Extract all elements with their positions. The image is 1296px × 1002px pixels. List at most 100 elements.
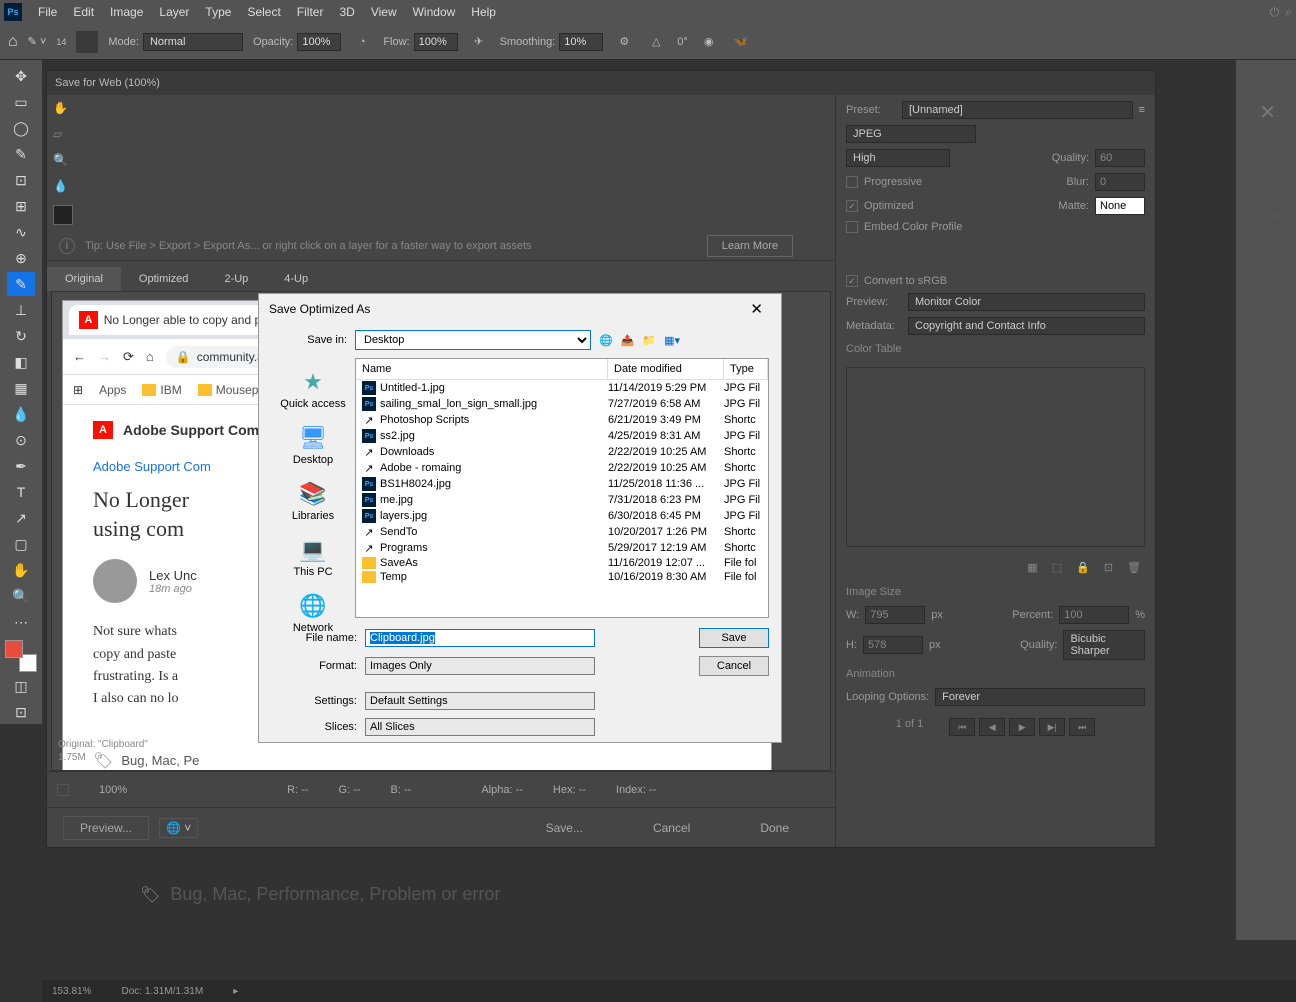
apps-icon[interactable]: ⊞ — [73, 383, 83, 397]
gear-icon[interactable]: ⚙ — [613, 31, 635, 53]
eyedropper-color[interactable] — [53, 205, 73, 225]
airbrush-icon[interactable]: ✈ — [468, 31, 490, 53]
bookmark-item[interactable]: Apps — [99, 383, 126, 397]
file-row[interactable]: Pssailing_smal_lon_sign_small.jpg7/27/20… — [356, 396, 768, 412]
filelist-header[interactable]: Name Date modified Type — [356, 359, 768, 380]
mode-dropdown[interactable]: Normal — [143, 33, 243, 51]
menu-help[interactable]: Help — [463, 5, 504, 19]
back-icon[interactable]: 🌐 — [599, 334, 613, 347]
tablet-pressure-icon[interactable]: ◉ — [698, 31, 720, 53]
quality-input[interactable]: 60 — [1095, 149, 1145, 167]
quickselect-tool-icon[interactable]: ✎ — [7, 142, 35, 166]
menu-layer[interactable]: Layer — [151, 5, 197, 19]
smoothing-input[interactable]: 10% — [559, 33, 603, 51]
file-row[interactable]: ↗Programs5/29/2017 12:19 AMShortc — [356, 540, 768, 556]
healing-tool-icon[interactable]: ⊕ — [7, 246, 35, 270]
slice-tool-icon[interactable]: ▱ — [47, 121, 79, 147]
matte-dropdown[interactable]: None — [1095, 197, 1145, 215]
cancel-button[interactable]: Cancel — [623, 815, 720, 841]
done-button[interactable]: Done — [730, 815, 819, 841]
eraser-tool-icon[interactable]: ◧ — [7, 350, 35, 374]
first-frame-icon[interactable]: ⏮ — [949, 718, 975, 736]
place-desktop[interactable]: 🖥Desktop — [293, 424, 333, 466]
file-row[interactable]: Psss2.jpg4/25/2019 8:31 AMJPG Fil — [356, 428, 768, 444]
avatar[interactable] — [93, 559, 137, 603]
brush-tool-icon[interactable]: ✎ — [7, 272, 35, 296]
newfolder-icon[interactable]: 📁 — [642, 334, 656, 347]
percent-input[interactable]: 100 — [1059, 606, 1129, 624]
tab-2up[interactable]: 2-Up — [206, 267, 266, 291]
col-type[interactable]: Type — [724, 359, 768, 379]
menu-3d[interactable]: 3D — [331, 5, 362, 19]
zoom-dropdown[interactable]: 100% — [99, 784, 127, 796]
move-tool-icon[interactable]: ✥ — [7, 64, 35, 88]
blur-tool-icon[interactable]: 💧 — [7, 402, 35, 426]
status-doc[interactable]: Doc: 1.31M/1.31M — [121, 986, 203, 997]
viewmenu-icon[interactable]: ▦▾ — [664, 334, 680, 347]
browser-select-icon[interactable]: 🌐 ˅ — [159, 818, 198, 838]
close-icon[interactable]: ✕ — [742, 298, 771, 320]
home-icon[interactable]: ⌂ — [8, 33, 18, 51]
file-list[interactable]: Name Date modified Type PsUntitled-1.jpg… — [355, 358, 769, 618]
looping-dropdown[interactable]: Forever — [935, 688, 1145, 706]
panel-menu-icon[interactable]: ⋮ — [1270, 170, 1284, 187]
slice-vis-icon[interactable] — [57, 784, 69, 796]
w-input[interactable]: 795 — [865, 606, 925, 624]
place-libraries[interactable]: 📚Libraries — [292, 480, 334, 522]
blur-input[interactable]: 0 — [1095, 173, 1145, 191]
menu-select[interactable]: Select — [239, 5, 288, 19]
file-row[interactable]: ↗Photoshop Scripts6/21/2019 3:49 PMShort… — [356, 412, 768, 428]
slices-dropdown[interactable]: All Slices — [365, 718, 595, 736]
ct-icon[interactable]: ▦ — [1027, 561, 1037, 574]
col-date[interactable]: Date modified — [608, 359, 724, 379]
browser-tab[interactable]: A No Longer able to copy and pas ✕ — [69, 305, 289, 335]
zoom-tool-icon[interactable]: 🔍 — [47, 147, 79, 173]
up-icon[interactable]: 📤 — [621, 334, 635, 347]
format-dropdown[interactable]: Images Only — [365, 657, 595, 675]
ct-icon[interactable]: ⊡ — [1104, 561, 1113, 574]
file-row[interactable]: PsBS1H8024.jpg11/25/2018 11:36 ...JPG Fi… — [356, 476, 768, 492]
quality-preset-dropdown[interactable]: High — [846, 149, 950, 167]
flow-input[interactable]: 100% — [414, 33, 458, 51]
dodge-tool-icon[interactable]: ⊙ — [7, 428, 35, 452]
lasso-tool-icon[interactable]: ◯ — [7, 116, 35, 140]
file-row[interactable]: Pslayers.jpg6/30/2018 6:45 PMJPG Fil — [356, 508, 768, 524]
opacity-input[interactable]: 100% — [297, 33, 341, 51]
eyedropper-tool-icon[interactable]: 💧 — [47, 173, 79, 199]
tab-4up[interactable]: 4-Up — [266, 267, 326, 291]
search-icon[interactable]: ⌕ — [1285, 5, 1292, 20]
file-row[interactable]: Psme.jpg7/31/2018 6:23 PMJPG Fil — [356, 492, 768, 508]
col-name[interactable]: Name — [356, 359, 608, 379]
preview-button[interactable]: Preview... — [63, 816, 149, 840]
menu-window[interactable]: Window — [405, 5, 464, 19]
menu-type[interactable]: Type — [197, 5, 239, 19]
marquee-tool-icon[interactable]: ▭ — [7, 90, 35, 114]
ct-lock-icon[interactable]: 🔒 — [1076, 561, 1090, 574]
status-chevron-icon[interactable]: ▸ — [233, 986, 238, 997]
savein-dropdown[interactable]: Desktop — [355, 330, 591, 350]
file-row[interactable]: ↗Adobe - romaing2/22/2019 10:25 AMShortc — [356, 460, 768, 476]
place-network[interactable]: 🌐Network — [293, 592, 333, 634]
symmetry-icon[interactable]: 🦋 — [730, 31, 752, 53]
quickmask-icon[interactable]: ◫ — [7, 674, 35, 698]
metadata-dropdown[interactable]: Copyright and Contact Info — [908, 317, 1145, 335]
save-button[interactable]: Save... — [516, 815, 613, 841]
ct-icon[interactable]: ⬚ — [1052, 561, 1062, 574]
menu-view[interactable]: View — [363, 5, 405, 19]
pressure-opacity-icon[interactable]: ◔ — [351, 31, 373, 53]
preset-dropdown[interactable]: [Unnamed] — [902, 101, 1133, 119]
history-brush-icon[interactable]: ↻ — [7, 324, 35, 348]
bookmark-item[interactable]: IBM — [142, 383, 181, 397]
brush-preset-icon[interactable] — [76, 31, 98, 53]
screenmode-icon[interactable]: ⊡ — [7, 700, 35, 724]
progressive-checkbox[interactable] — [846, 176, 858, 188]
settings-dropdown[interactable]: Default Settings — [365, 692, 595, 710]
pen-tool-icon[interactable]: ✒ — [7, 454, 35, 478]
prev-frame-icon[interactable]: ◀ — [979, 718, 1005, 736]
path-tool-icon[interactable]: ↗ — [7, 506, 35, 530]
file-row[interactable]: ↗SendTo10/20/2017 1:26 PMShortc — [356, 524, 768, 540]
cloud-icon[interactable]: ⏻ — [1270, 5, 1280, 20]
reload-icon[interactable]: ⟳ — [123, 349, 134, 365]
learn-more-button[interactable]: Learn More — [707, 235, 793, 257]
filename-input[interactable]: Clipboard.jpg — [365, 629, 595, 647]
